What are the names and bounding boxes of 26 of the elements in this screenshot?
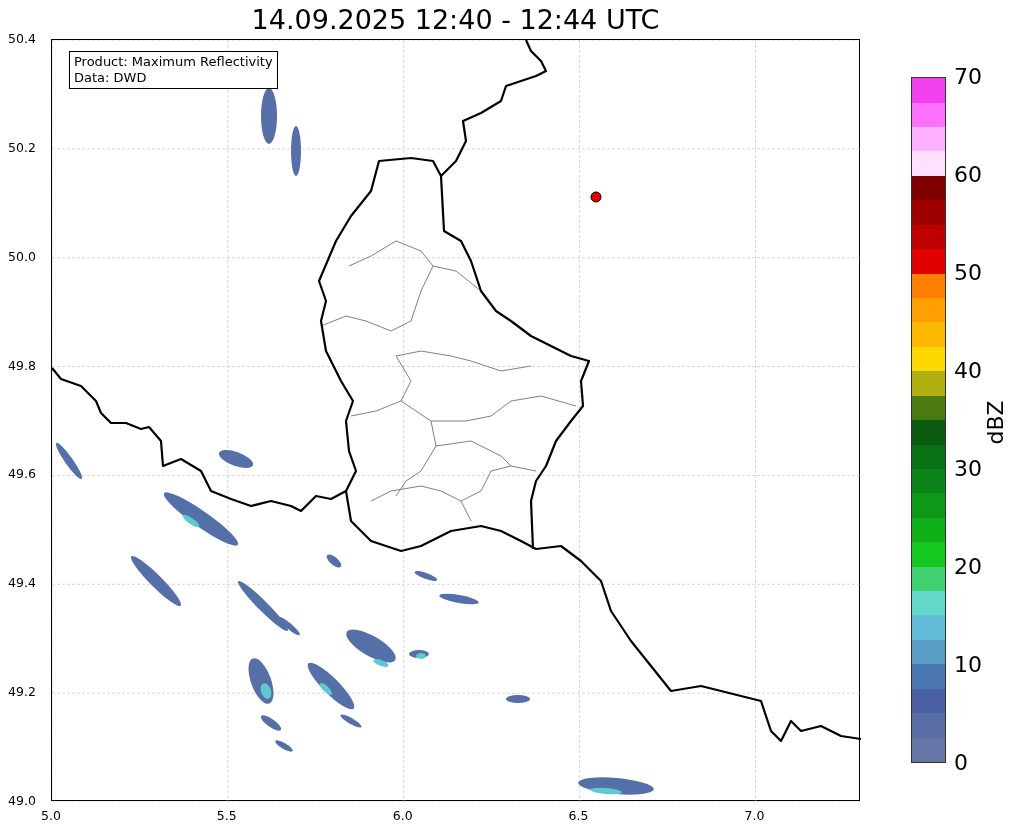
y-tick-label: 50.4 bbox=[8, 31, 36, 46]
colorbar-tick-label: 0 bbox=[954, 752, 968, 774]
y-tick-label: 50.0 bbox=[8, 248, 36, 264]
colorbar-tick-label: 70 bbox=[954, 66, 982, 88]
y-tick-label: 49.4 bbox=[8, 575, 36, 591]
x-tick-label: 7.0 bbox=[744, 808, 765, 823]
colorbar-tick-label: 40 bbox=[954, 360, 982, 382]
y-tick-label: 49.2 bbox=[8, 684, 36, 700]
colorbar-tick-label: 30 bbox=[954, 458, 982, 480]
x-tick-label: 6.0 bbox=[392, 808, 413, 823]
y-tick-label: 49.0 bbox=[8, 793, 36, 808]
chart-title: 14.09.2025 12:40 - 12:44 UTC bbox=[250, 4, 661, 35]
y-tick-label: 49.6 bbox=[8, 466, 36, 482]
x-tick-label: 5.5 bbox=[216, 808, 237, 823]
x-tick-label: 6.5 bbox=[568, 808, 589, 823]
colorbar-tick-label: 10 bbox=[954, 654, 982, 676]
colorbar-tick-label: 50 bbox=[954, 262, 982, 284]
y-tick-label: 50.2 bbox=[8, 139, 36, 155]
y-tick-label: 49.8 bbox=[8, 357, 36, 373]
location-marker bbox=[590, 191, 602, 203]
colorbar-tick-label: 60 bbox=[954, 164, 982, 186]
legend-text: Product: Maximum Reflectivity bbox=[74, 54, 273, 70]
colorbar-tick-label: 20 bbox=[954, 556, 982, 578]
legend-text: Data: DWD bbox=[74, 70, 148, 86]
colorbar-label: dBZ bbox=[982, 400, 1008, 445]
x-tick-label: 5.0 bbox=[41, 808, 61, 823]
